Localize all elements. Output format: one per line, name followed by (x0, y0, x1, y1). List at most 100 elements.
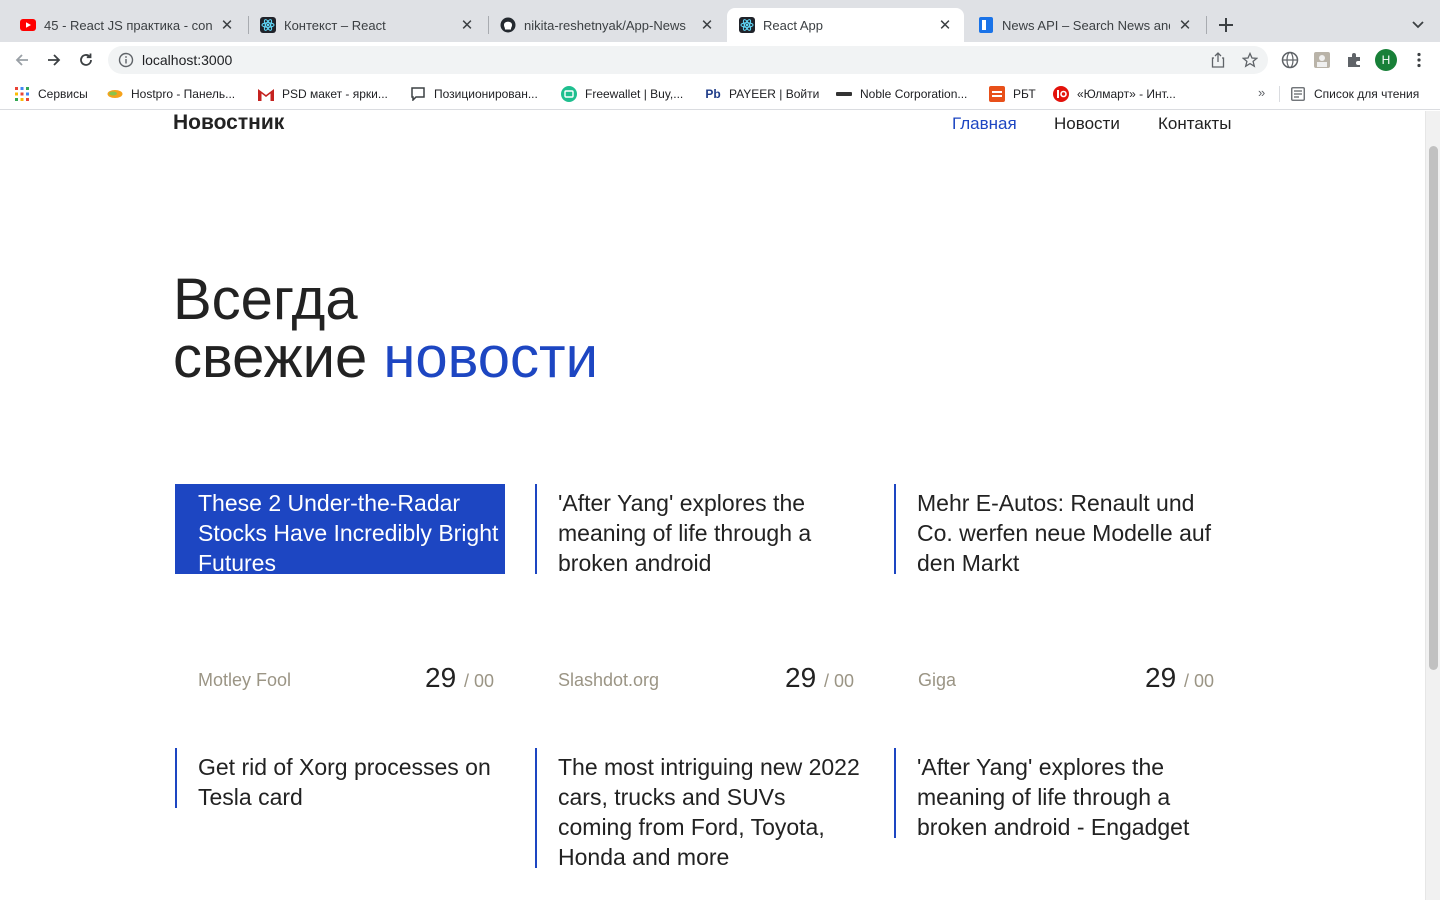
hero-heading: Всегда свежие новости (173, 271, 598, 387)
bookmark-label: PAYEER | Войти (729, 87, 820, 101)
bookmark-label: Сервисы (38, 87, 88, 101)
news-meta: Giga 29 / 00 (894, 662, 1214, 698)
news-title: 'After Yang' explores the meaning of lif… (558, 490, 812, 576)
payeer-icon: Pb (705, 87, 721, 101)
news-card[interactable]: Get rid of Xorg processes on Tesla card (175, 748, 505, 810)
news-title: Get rid of Xorg processes on Tesla card (198, 754, 491, 810)
scrollbar-thumb[interactable] (1429, 146, 1438, 670)
hero-text: свежие (173, 325, 384, 390)
plus-icon (1219, 18, 1233, 32)
news-card-featured[interactable]: These 2 Under-the-Radar Stocks Have Incr… (175, 484, 505, 576)
profile-avatar[interactable]: Н (1375, 49, 1397, 71)
gmail-icon (258, 86, 274, 102)
info-icon[interactable] (118, 52, 134, 68)
close-tab-icon[interactable]: ✕ (458, 16, 476, 34)
bookmark-freewallet[interactable]: Freewallet | Buy,... (561, 85, 683, 103)
tab-react-app[interactable]: React App ✕ (727, 8, 964, 42)
news-day: 29 (785, 662, 817, 693)
menu-button[interactable] (1408, 49, 1430, 71)
news-day: 29 (425, 662, 457, 693)
news-meta: Slashdot.org 29 / 00 (534, 662, 854, 698)
tab-search-button[interactable] (1406, 13, 1430, 37)
bookmark-payeer[interactable]: Pb PAYEER | Войти (705, 85, 819, 103)
news-day: 29 (1145, 662, 1177, 693)
newsapi-icon (978, 17, 994, 33)
new-tab-button[interactable] (1214, 13, 1238, 37)
page-viewport: Новостник Главная Новости Контакты Всегд… (0, 111, 1425, 900)
reload-button[interactable] (74, 48, 98, 72)
site-logo[interactable]: Новостник (173, 111, 284, 135)
bookmark-label: Hostpro - Панель... (131, 87, 236, 101)
news-date: 29 / 00 (785, 662, 854, 694)
ulmart-icon (1053, 86, 1069, 102)
share-icon[interactable] (1209, 51, 1227, 69)
bookmarks-bar: Сервисы Hostpro - Панель... PSD макет - … (0, 78, 1440, 110)
tab-react-context[interactable]: Контекст – React ✕ (248, 8, 486, 42)
noble-icon (836, 86, 852, 102)
bookmark-services[interactable]: Сервисы (14, 85, 88, 103)
bookmark-label: Freewallet | Buy,... (585, 87, 684, 101)
news-title: These 2 Under-the-Radar Stocks Have Incr… (198, 490, 499, 576)
close-tab-icon[interactable]: ✕ (936, 16, 954, 34)
news-card[interactable]: The most intriguing new 2022 cars, truck… (535, 748, 865, 870)
news-hour: / 00 (823, 671, 854, 691)
nav-link-news[interactable]: Новости (1054, 114, 1120, 134)
reading-list-button[interactable]: Список для чтения (1290, 85, 1419, 103)
star-icon[interactable] (1241, 51, 1259, 69)
news-card[interactable]: Mehr E-Autos: Renault und Co. werfen neu… (894, 484, 1224, 576)
nav-link-home[interactable]: Главная (952, 114, 1017, 134)
bookmark-label: «Юлмарт» - Инт... (1077, 87, 1176, 101)
tab-title: Контекст – React (284, 17, 386, 33)
back-button[interactable] (10, 48, 34, 72)
bookmark-noble[interactable]: Noble Corporation... (836, 85, 967, 103)
arrow-right-icon (48, 54, 61, 66)
photo-extension-icon[interactable] (1312, 50, 1332, 70)
nav-link-contacts[interactable]: Контакты (1158, 114, 1231, 134)
close-tab-icon[interactable]: ✕ (218, 16, 236, 34)
news-card[interactable]: 'After Yang' explores the meaning of lif… (535, 484, 865, 576)
bookmark-label: PSD макет - ярки... (282, 87, 388, 101)
close-tab-icon[interactable]: ✕ (1176, 16, 1194, 34)
hero-line-1: Всегда (173, 267, 358, 332)
url-text[interactable]: localhost:3000 (142, 52, 232, 68)
github-icon (500, 17, 516, 33)
vpn-extension-icon[interactable] (1280, 50, 1300, 70)
news-title: 'After Yang' explores the meaning of lif… (917, 754, 1190, 840)
bookmark-ulmart[interactable]: «Юлмарт» - Инт... (1053, 85, 1176, 103)
tab-github[interactable]: nikita-reshetnyak/App-News ✕ (488, 8, 726, 42)
bookmark-hostpro[interactable]: Hostpro - Панель... (107, 85, 235, 103)
bookmark-rbt[interactable]: РБТ (989, 85, 1036, 103)
comment-icon (410, 86, 426, 102)
tab-newsapi[interactable]: News API – Search News and B ✕ (966, 8, 1204, 42)
tab-youtube[interactable]: 45 - React JS практика - conn ✕ (8, 8, 246, 42)
react-icon (739, 17, 755, 33)
bookmarks-overflow-button[interactable]: » (1258, 85, 1265, 100)
page-scrollbar[interactable] (1425, 111, 1440, 900)
news-meta: Motley Fool 29 / 00 (174, 662, 494, 698)
close-tab-icon[interactable]: ✕ (698, 16, 716, 34)
puzzle-icon[interactable] (1344, 50, 1364, 70)
bookmark-label: Noble Corporation... (860, 87, 968, 101)
tab-title: React App (763, 17, 823, 33)
bookmark-psd[interactable]: PSD макет - ярки... (258, 85, 388, 103)
reload-icon (80, 53, 92, 66)
tab-title: News API – Search News and B (1002, 17, 1170, 33)
hostpro-icon (107, 86, 123, 102)
news-source: Giga (918, 670, 957, 690)
news-title: The most intriguing new 2022 cars, truck… (558, 754, 860, 870)
hero-accent: новости (383, 325, 599, 390)
news-card[interactable]: 'After Yang' explores the meaning of lif… (894, 748, 1224, 840)
news-source: Slashdot.org (558, 670, 660, 690)
forward-button[interactable] (42, 48, 66, 72)
chevron-down-icon (1412, 21, 1424, 29)
tab-strip: 45 - React JS практика - conn ✕ Контекст… (0, 0, 1440, 42)
news-hour: / 00 (1183, 671, 1214, 691)
address-bar[interactable]: localhost:3000 (108, 46, 1268, 74)
tab-title: nikita-reshetnyak/App-News (524, 17, 686, 33)
reading-list-icon (1290, 86, 1306, 102)
news-source: Motley Fool (198, 670, 292, 690)
tab-title: 45 - React JS практика - conn (44, 17, 212, 33)
news-date: 29 / 00 (1145, 662, 1214, 694)
hero-line-2: свежие новости (173, 329, 598, 387)
bookmark-positioning[interactable]: Позиционирован... (410, 85, 538, 103)
